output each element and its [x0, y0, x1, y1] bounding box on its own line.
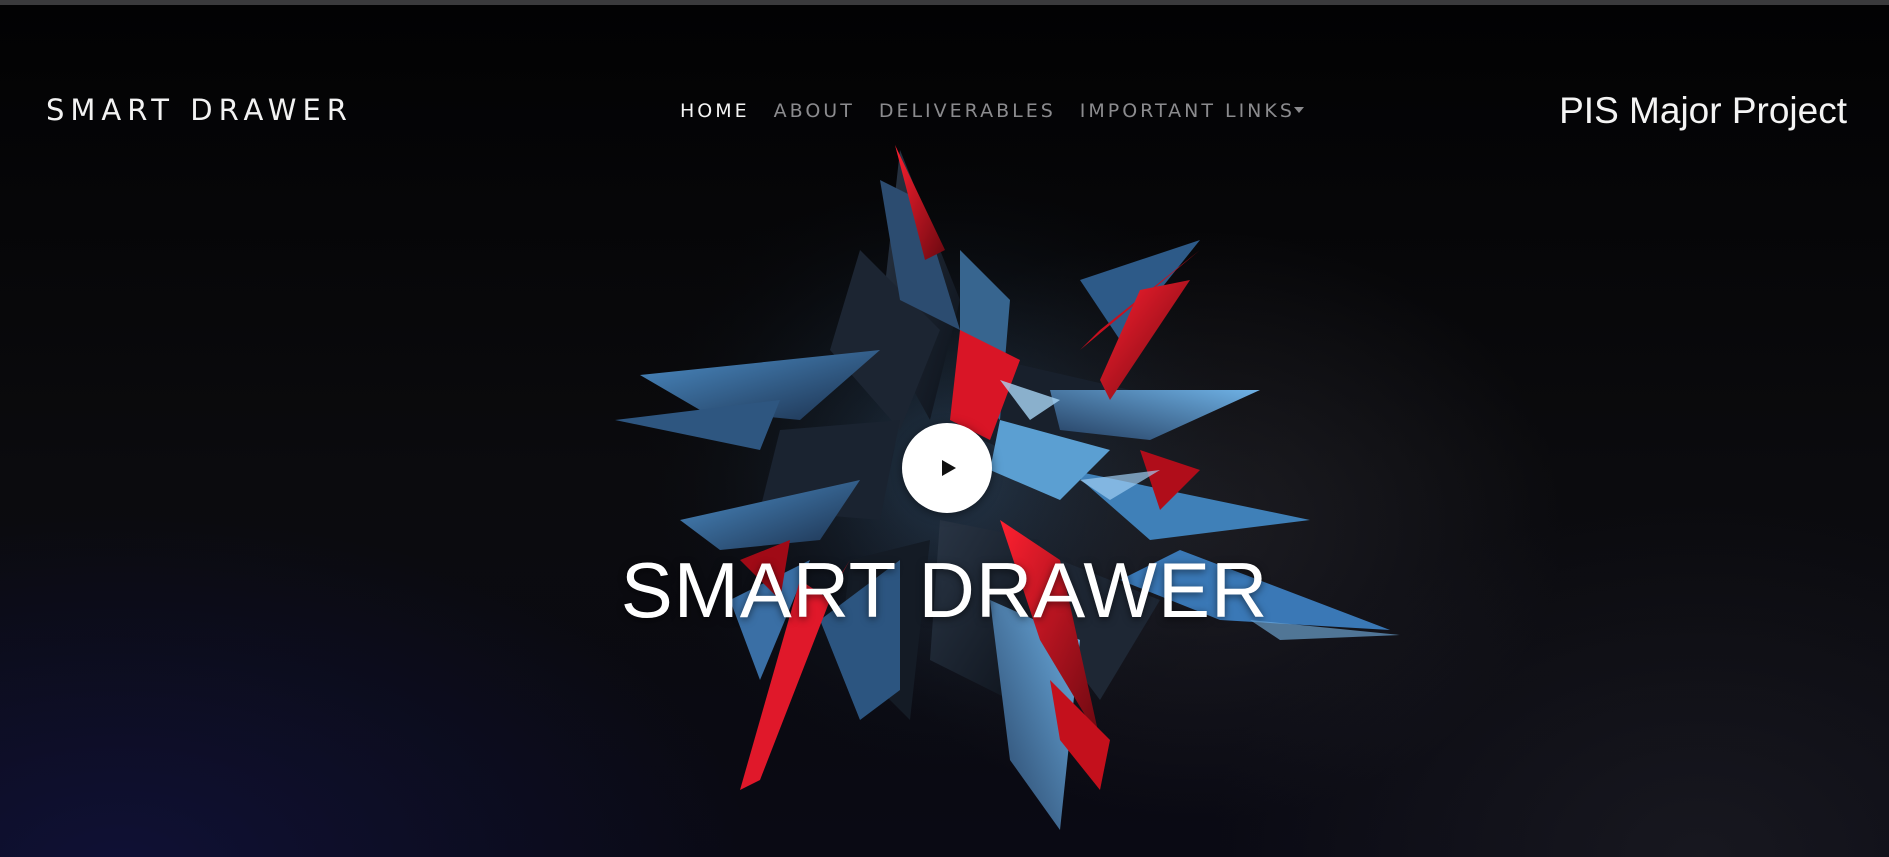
play-icon	[942, 460, 956, 476]
brand-logo[interactable]: SMART DRAWER	[46, 93, 353, 127]
nav-about[interactable]: ABOUT	[774, 100, 855, 122]
project-title: PIS Major Project	[1559, 90, 1847, 131]
caret-down-icon	[1293, 107, 1304, 113]
nav-important-links-label: IMPORTANT LINKS	[1079, 100, 1295, 122]
nav-home[interactable]: HOME	[680, 100, 750, 122]
play-video-button[interactable]	[902, 423, 992, 513]
nav-important-links[interactable]: IMPORTANT LINKS	[1080, 100, 1304, 122]
hero-title: SMART DRAWER	[620, 546, 1269, 634]
hero-section: SMART DRAWER HOME ABOUT DELIVERABLES IMP…	[0, 5, 1889, 857]
main-nav: HOME ABOUT DELIVERABLES IMPORTANT LINKS	[680, 100, 1304, 122]
nav-deliverables[interactable]: DELIVERABLES	[879, 100, 1056, 122]
